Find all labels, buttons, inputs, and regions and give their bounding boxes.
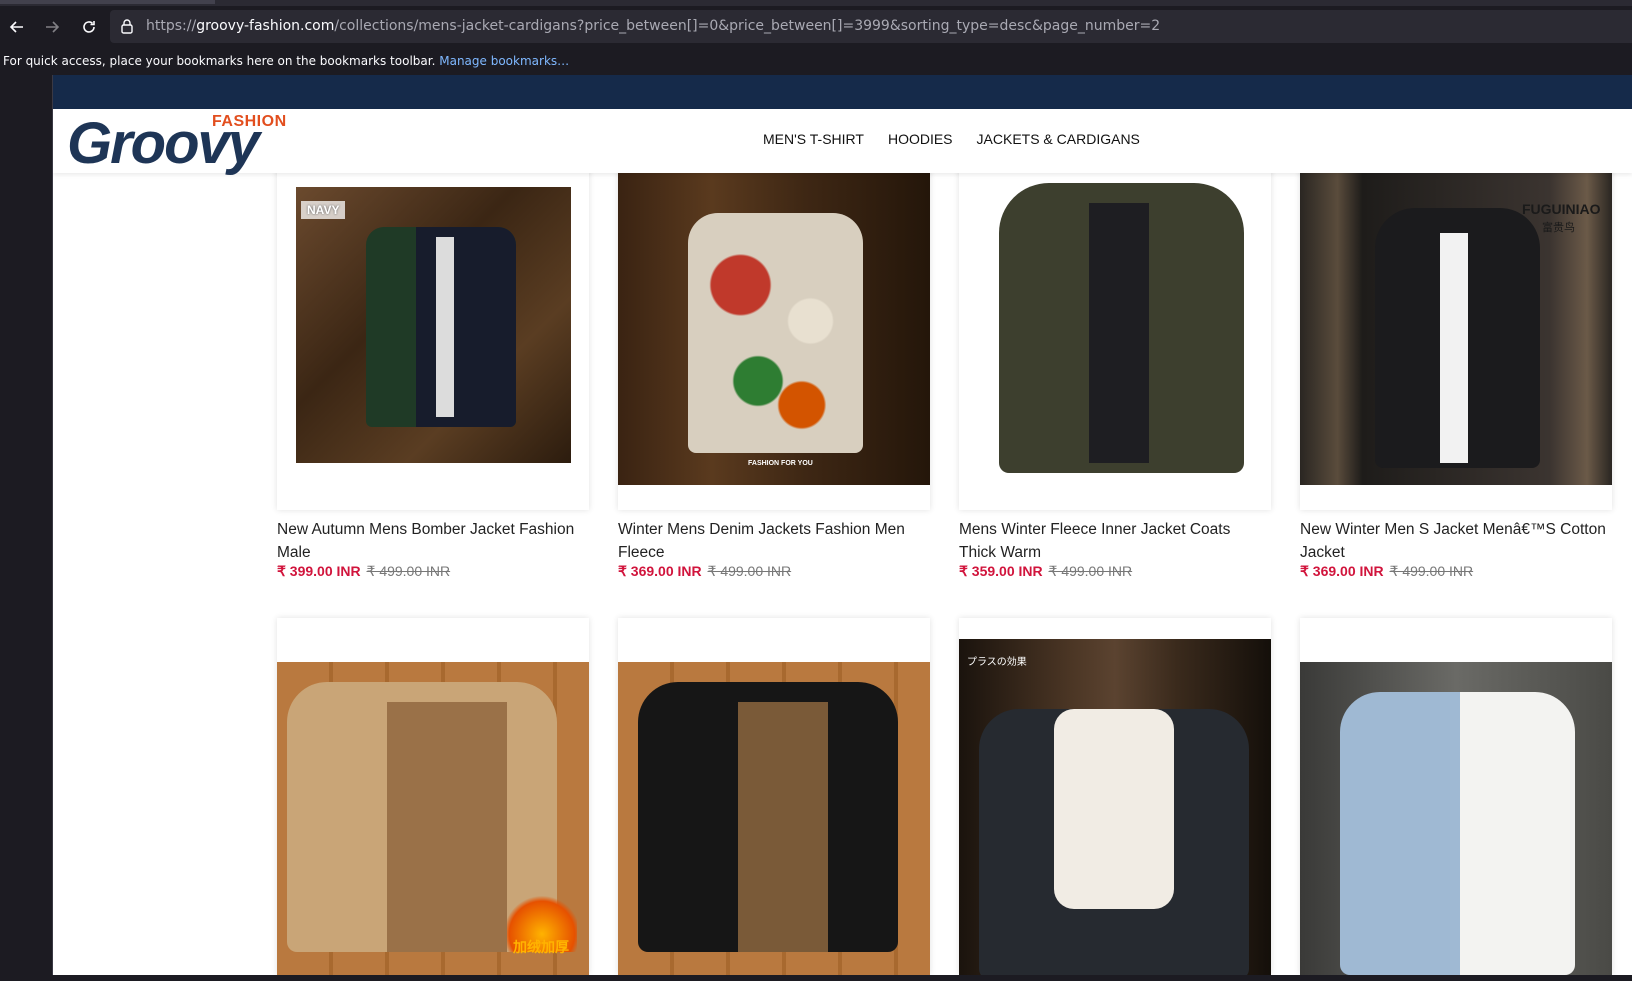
product-price: ₹ 369.00 INR ₹ 499.00 INR <box>1300 563 1473 580</box>
product-image-frame[interactable] <box>618 618 930 975</box>
product-image: FASHION FOR YOU <box>618 173 930 485</box>
sale-price: ₹ 399.00 INR <box>277 563 361 579</box>
product-image-frame[interactable] <box>1300 618 1612 975</box>
original-price: ₹ 499.00 INR <box>1389 563 1474 579</box>
image-caption: FASHION FOR YOU <box>748 460 813 467</box>
lock-icon <box>121 19 133 34</box>
jacket-lining-shape <box>738 702 828 952</box>
product-price: ₹ 359.00 INR ₹ 499.00 INR <box>959 563 1132 580</box>
sale-price: ₹ 369.00 INR <box>618 563 702 579</box>
sidebar-gutter <box>0 75 53 981</box>
jacket-lining-shape <box>1089 203 1149 463</box>
nav-jackets-cardigans[interactable]: JACKETS & CARDIGANS <box>977 131 1140 147</box>
product-image-frame[interactable]: プラスの効果 <box>959 618 1271 975</box>
tab-strip <box>0 0 1632 6</box>
jacket-shirt-shape <box>1440 233 1468 463</box>
arrow-right-icon <box>46 21 60 33</box>
url-host: groovy-fashion.com <box>196 18 335 34</box>
product-image-frame[interactable]: NAVY <box>277 153 589 510</box>
original-price: ₹ 499.00 INR <box>366 563 451 579</box>
active-tab-indicator[interactable] <box>0 0 215 4</box>
brand-logo: FUGUINIAO <box>1522 201 1601 217</box>
bookmarks-hint: For quick access, place your bookmarks h… <box>3 54 436 68</box>
url-text[interactable]: https://groovy-fashion.com/collections/m… <box>146 18 1160 34</box>
color-badge: NAVY <box>301 201 346 219</box>
product-image <box>959 153 1271 483</box>
jacket-shape <box>688 213 863 453</box>
browser-toolbar: https://groovy-fashion.com/collections/m… <box>0 0 1632 75</box>
product-image: 加绒加厚 <box>277 662 589 975</box>
site-logo[interactable]: Groovy FASHION <box>67 113 322 173</box>
jacket-denim-shape <box>1340 692 1475 975</box>
product-title[interactable]: Winter Mens Denim Jackets Fashion Men Fl… <box>618 518 930 564</box>
sale-price: ₹ 359.00 INR <box>959 563 1043 579</box>
url-prefix: https:// <box>146 18 197 34</box>
forward-button[interactable] <box>37 12 67 42</box>
product-image: FUGUINIAO 富贵鸟 <box>1300 173 1612 485</box>
brand-logo-sub: 富贵鸟 <box>1542 222 1575 234</box>
back-button[interactable] <box>2 12 32 42</box>
image-text: 加绒加厚 <box>513 939 569 955</box>
reload-button[interactable] <box>74 12 104 42</box>
product-image <box>1300 662 1612 975</box>
product-image: プラスの効果 <box>959 639 1271 975</box>
product-price: ₹ 399.00 INR ₹ 499.00 INR <box>277 563 450 580</box>
image-text: プラスの効果 <box>967 657 1027 668</box>
jacket-lining-shape <box>387 702 507 952</box>
original-price: ₹ 499.00 INR <box>1048 563 1133 579</box>
product-image-frame[interactable]: FUGUINIAO 富贵鸟 <box>1300 153 1612 510</box>
product-image <box>618 662 930 975</box>
product-image-frame[interactable]: FASHION FOR YOU <box>618 153 930 510</box>
page-viewport: Groovy FASHION MEN'S T-SHIRT HOODIES JAC… <box>53 75 1632 975</box>
jacket-sleeve-shape <box>416 227 516 427</box>
nav-hoodies[interactable]: HOODIES <box>888 131 953 147</box>
manage-bookmarks-link[interactable]: Manage bookmarks… <box>439 54 569 68</box>
product-title[interactable]: Mens Winter Fleece Inner Jacket Coats Th… <box>959 518 1271 564</box>
site-topbar <box>53 75 1632 109</box>
window-bottom-edge <box>0 975 1632 981</box>
product-price: ₹ 369.00 INR ₹ 499.00 INR <box>618 563 791 580</box>
site-header: Groovy FASHION MEN'S T-SHIRT HOODIES JAC… <box>53 109 1632 173</box>
nav-mens-tshirt[interactable]: MEN'S T-SHIRT <box>763 131 864 147</box>
url-path: /collections/mens-jacket-cardigans?price… <box>334 18 1161 34</box>
bookmarks-toolbar: For quick access, place your bookmarks h… <box>0 48 1632 74</box>
address-bar[interactable]: https://groovy-fashion.com/collections/m… <box>110 10 1632 43</box>
original-price: ₹ 499.00 INR <box>707 563 792 579</box>
jacket-white-shape <box>1460 692 1575 975</box>
product-title[interactable]: New Autumn Mens Bomber Jacket Fashion Ma… <box>277 518 589 564</box>
main-nav: MEN'S T-SHIRT HOODIES JACKETS & CARDIGAN… <box>763 131 1140 147</box>
reload-icon <box>83 21 95 33</box>
product-title[interactable]: New Winter Men S Jacket Menâ€™S Cotton J… <box>1300 518 1612 564</box>
product-image <box>296 187 571 463</box>
logo-tagline: FASHION <box>212 113 287 130</box>
product-image-frame[interactable] <box>959 153 1271 510</box>
jacket-shirt-shape <box>436 237 454 417</box>
product-image-frame[interactable]: 加绒加厚 <box>277 618 589 975</box>
jacket-collar-shape <box>1054 709 1174 909</box>
sale-price: ₹ 369.00 INR <box>1300 563 1384 579</box>
arrow-left-icon <box>9 21 23 33</box>
